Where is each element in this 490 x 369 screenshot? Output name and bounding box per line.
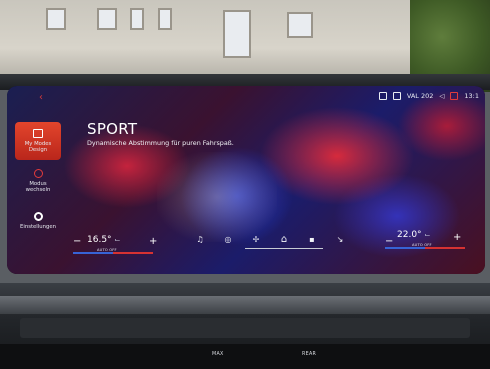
air-vent [20,318,470,338]
right-temp-down-button[interactable]: − [385,236,393,247]
sidebar-item-label: Einstellungen [20,223,56,230]
home-icon[interactable]: ⌂ [279,234,289,245]
right-temp-bar-warm [425,247,465,249]
rear-defrost-button[interactable]: REAR [302,352,316,357]
active-tab-indicator [245,248,323,249]
max-defrost-button[interactable]: MAX [212,352,224,357]
sidebar-item-label: wechseln [25,187,51,193]
infotainment-screen: ‹ VAL 202 ◁ 13:1 My Modes Design Modus w… [7,86,485,274]
seat-heat-icon: ⌙ [114,236,121,244]
background-window [287,12,313,38]
left-temp-up-button[interactable]: + [149,236,157,247]
back-icon[interactable]: ‹ [39,92,43,103]
seat-heat-icon: ⌙ [424,231,431,239]
background-window [46,8,66,30]
volume-icon: ◁ [439,92,445,100]
background-door [223,10,251,58]
left-temp-bar-cool [73,252,113,254]
network-icon [392,92,401,100]
phone-icon[interactable]: ↘ [335,235,345,244]
left-temp-bar-warm [113,252,153,254]
sidebar-item-my-modes-design[interactable]: My Modes Design [15,122,61,160]
clock: 13:1 [464,92,479,100]
fan-icon[interactable]: ✢ [251,235,261,244]
right-temp-bar-cool [385,247,425,249]
mode-title: SPORT [87,120,138,138]
sidebar-item-einstellungen[interactable]: Einstellungen [15,202,61,240]
location-label: VAL 202 [406,92,434,100]
music-icon[interactable]: ♫ [195,235,205,244]
gear-icon [33,211,43,221]
dashboard-button-row [0,344,490,369]
notification-icon[interactable] [450,92,459,100]
sidebar-item-label: Design [28,147,48,153]
dashboard-trim [0,296,490,314]
hand-reflection [157,152,277,242]
bluetooth-icon [378,92,387,100]
right-temperature[interactable]: 22.0° ⌙ [397,230,430,240]
display-icon [33,128,43,138]
navigation-icon[interactable]: ◎ [223,235,233,244]
mode-switch-icon [33,168,43,178]
background-window [97,8,117,30]
apps-icon[interactable]: ▪ [307,235,317,244]
mode-sidebar: My Modes Design Modus wechseln Einstellu… [15,122,61,242]
left-temperature[interactable]: 16.5° ⌙ [87,235,120,245]
climate-bar: − 16.5° ⌙ AUTO OFF + ♫ ◎ ✢ ⌂ ▪ ↘ − 22.0° ⌙… [67,230,485,258]
status-bar: VAL 202 ◁ 13:1 [378,92,479,100]
app-dock: ♫ ◎ ✢ ⌂ ▪ ↘ [195,234,345,245]
left-temp-down-button[interactable]: − [73,236,81,247]
mode-subtitle: Dynamische Abstimmung für puren Fahrspaß… [87,139,234,147]
left-temperature-value: 16.5° [87,235,112,245]
sidebar-item-modus-wechseln[interactable]: Modus wechseln [15,162,61,200]
background-window [158,8,172,30]
background-window [130,8,144,30]
right-temperature-value: 22.0° [397,230,422,240]
right-temp-up-button[interactable]: + [453,232,461,243]
